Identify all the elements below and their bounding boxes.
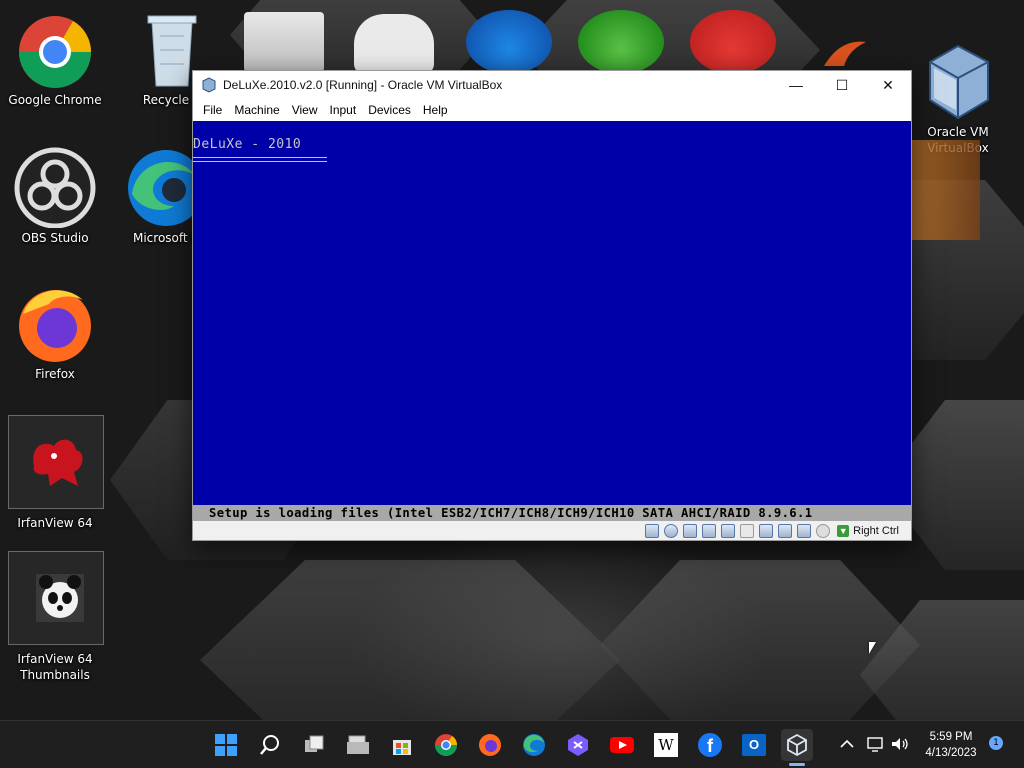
- host-key-label: Right Ctrl: [853, 524, 899, 537]
- network-tray-button[interactable]: [866, 735, 886, 757]
- start-button[interactable]: [210, 729, 242, 761]
- obs-studio-icon: [13, 144, 97, 229]
- window-title: DeLuXe.2010.v2.0 [Running] - Oracle VM V…: [223, 78, 503, 92]
- desktop-icon-label: OBS Studio: [21, 231, 89, 245]
- guest-title-underline: [193, 157, 327, 162]
- notification-badge[interactable]: 1: [989, 736, 1003, 750]
- chevron-up-icon: [840, 739, 854, 748]
- menu-help[interactable]: Help: [417, 99, 454, 121]
- virtualbox-app-icon: [202, 77, 216, 93]
- volume-tray-button[interactable]: [890, 735, 910, 757]
- desktop-icon-label: IrfanView 64 Thumbnails: [17, 652, 93, 682]
- network-icon: [867, 737, 883, 752]
- mouse-cursor-icon: [869, 642, 876, 654]
- menu-machine[interactable]: Machine: [228, 99, 285, 121]
- chrome-icon: [13, 6, 97, 90]
- chrome-taskbar-button[interactable]: [430, 729, 462, 761]
- edge-taskbar-button[interactable]: [518, 729, 550, 761]
- desktop-icon-label: IrfanView 64: [17, 516, 93, 530]
- menu-devices[interactable]: Devices: [362, 99, 417, 121]
- youtube-desktop-icon: [690, 10, 776, 74]
- folder-icon: [244, 12, 324, 72]
- minimize-button[interactable]: —: [773, 71, 819, 99]
- display-icon[interactable]: [759, 523, 774, 538]
- show-hidden-icons-button[interactable]: [838, 735, 856, 757]
- desktop-icon-label: Firefox: [35, 367, 75, 381]
- maximize-button[interactable]: ☐: [819, 71, 865, 99]
- firefox-icon: [479, 734, 501, 756]
- host-key-indicator[interactable]: ▼ Right Ctrl: [837, 524, 899, 537]
- file-explorer-button[interactable]: [342, 729, 374, 761]
- virtualbox-icon: [916, 22, 1000, 120]
- virtualbox-taskbar-button[interactable]: [781, 729, 813, 766]
- menu-file[interactable]: File: [197, 99, 228, 121]
- firefox-taskbar-button[interactable]: [474, 729, 506, 761]
- hard-disk-icon[interactable]: [645, 523, 660, 538]
- power-app-icon: [466, 10, 552, 74]
- window-titlebar[interactable]: DeLuXe.2010.v2.0 [Running] - Oracle VM V…: [193, 71, 911, 99]
- outlook-icon: O: [742, 734, 766, 756]
- dev-icon: [568, 734, 588, 756]
- menu-view[interactable]: View: [286, 99, 324, 121]
- youtube-taskbar-button[interactable]: [606, 729, 638, 761]
- guest-display[interactable]: DeLuXe - 2010: [193, 121, 911, 505]
- panda-icon: [14, 552, 98, 636]
- firefox-icon: [13, 280, 97, 364]
- host-key-arrow-icon: ▼: [837, 524, 850, 537]
- dev-app-taskbar-button[interactable]: [562, 729, 594, 761]
- store-icon: [393, 740, 411, 755]
- cpu-icon[interactable]: [797, 523, 812, 538]
- desktop-icon-irfanview-thumbnails[interactable]: [8, 551, 104, 645]
- desktop-icon-label: Google Chrome: [8, 93, 102, 107]
- optical-drive-icon[interactable]: [664, 523, 679, 538]
- file-explorer-icon: [347, 735, 369, 754]
- guest-title: DeLuXe - 2010: [193, 137, 302, 152]
- start-icon: [215, 734, 237, 756]
- menu-input[interactable]: Input: [324, 99, 363, 121]
- irfanview-icon: [14, 416, 98, 500]
- gamepad-icon: [354, 14, 434, 74]
- microsoft-store-button[interactable]: [386, 729, 418, 761]
- recording-icon[interactable]: [778, 523, 793, 538]
- desktop-icon-obs[interactable]: OBS Studio: [7, 144, 103, 246]
- desktop-icon-chrome[interactable]: Google Chrome: [7, 6, 103, 108]
- shared-folders-icon[interactable]: [740, 523, 755, 538]
- network-icon[interactable]: [702, 523, 717, 538]
- virtualbox-window[interactable]: DeLuXe.2010.v2.0 [Running] - Oracle VM V…: [192, 70, 912, 541]
- chrome-icon: [435, 734, 457, 756]
- wikipedia-taskbar-button[interactable]: W: [650, 729, 682, 761]
- wallpaper-accent: [900, 140, 980, 240]
- wikipedia-icon: W: [654, 733, 678, 757]
- guest-status-line: Setup is loading files (Intel ESB2/ICH7/…: [193, 505, 911, 521]
- clock-date: 4/13/2023: [925, 747, 977, 759]
- menu-bar: File Machine View Input Devices Help: [193, 99, 911, 121]
- youtube-icon: [610, 737, 634, 753]
- task-view-button[interactable]: [298, 729, 330, 761]
- desktop-icon-firefox[interactable]: Firefox: [7, 280, 103, 382]
- speaker-icon: [892, 738, 908, 750]
- usb-icon[interactable]: [721, 523, 736, 538]
- bird-icon: [820, 36, 870, 72]
- close-button[interactable]: ✕: [865, 71, 911, 99]
- virtualbox-icon: [787, 733, 807, 757]
- vm-status-bar: ▼ Right Ctrl: [193, 521, 911, 540]
- mouse-integration-icon[interactable]: [816, 523, 831, 538]
- task-view-icon: [305, 735, 324, 752]
- desktop-icon-irfanview[interactable]: [8, 415, 104, 509]
- clock-time: 5:59 PM: [929, 731, 973, 743]
- xbox-icon: [578, 10, 664, 74]
- facebook-icon: f: [698, 733, 722, 757]
- edge-icon: [523, 734, 545, 756]
- audio-icon[interactable]: [683, 523, 698, 538]
- facebook-taskbar-button[interactable]: f: [694, 729, 726, 761]
- clock[interactable]: 5:59 PM 4/13/2023: [916, 729, 986, 761]
- outlook-taskbar-button[interactable]: O: [738, 729, 770, 761]
- search-button[interactable]: [254, 729, 286, 761]
- taskbar: W f O 5:59 PM 4/13/2023: [0, 720, 1024, 768]
- search-icon: [260, 735, 279, 755]
